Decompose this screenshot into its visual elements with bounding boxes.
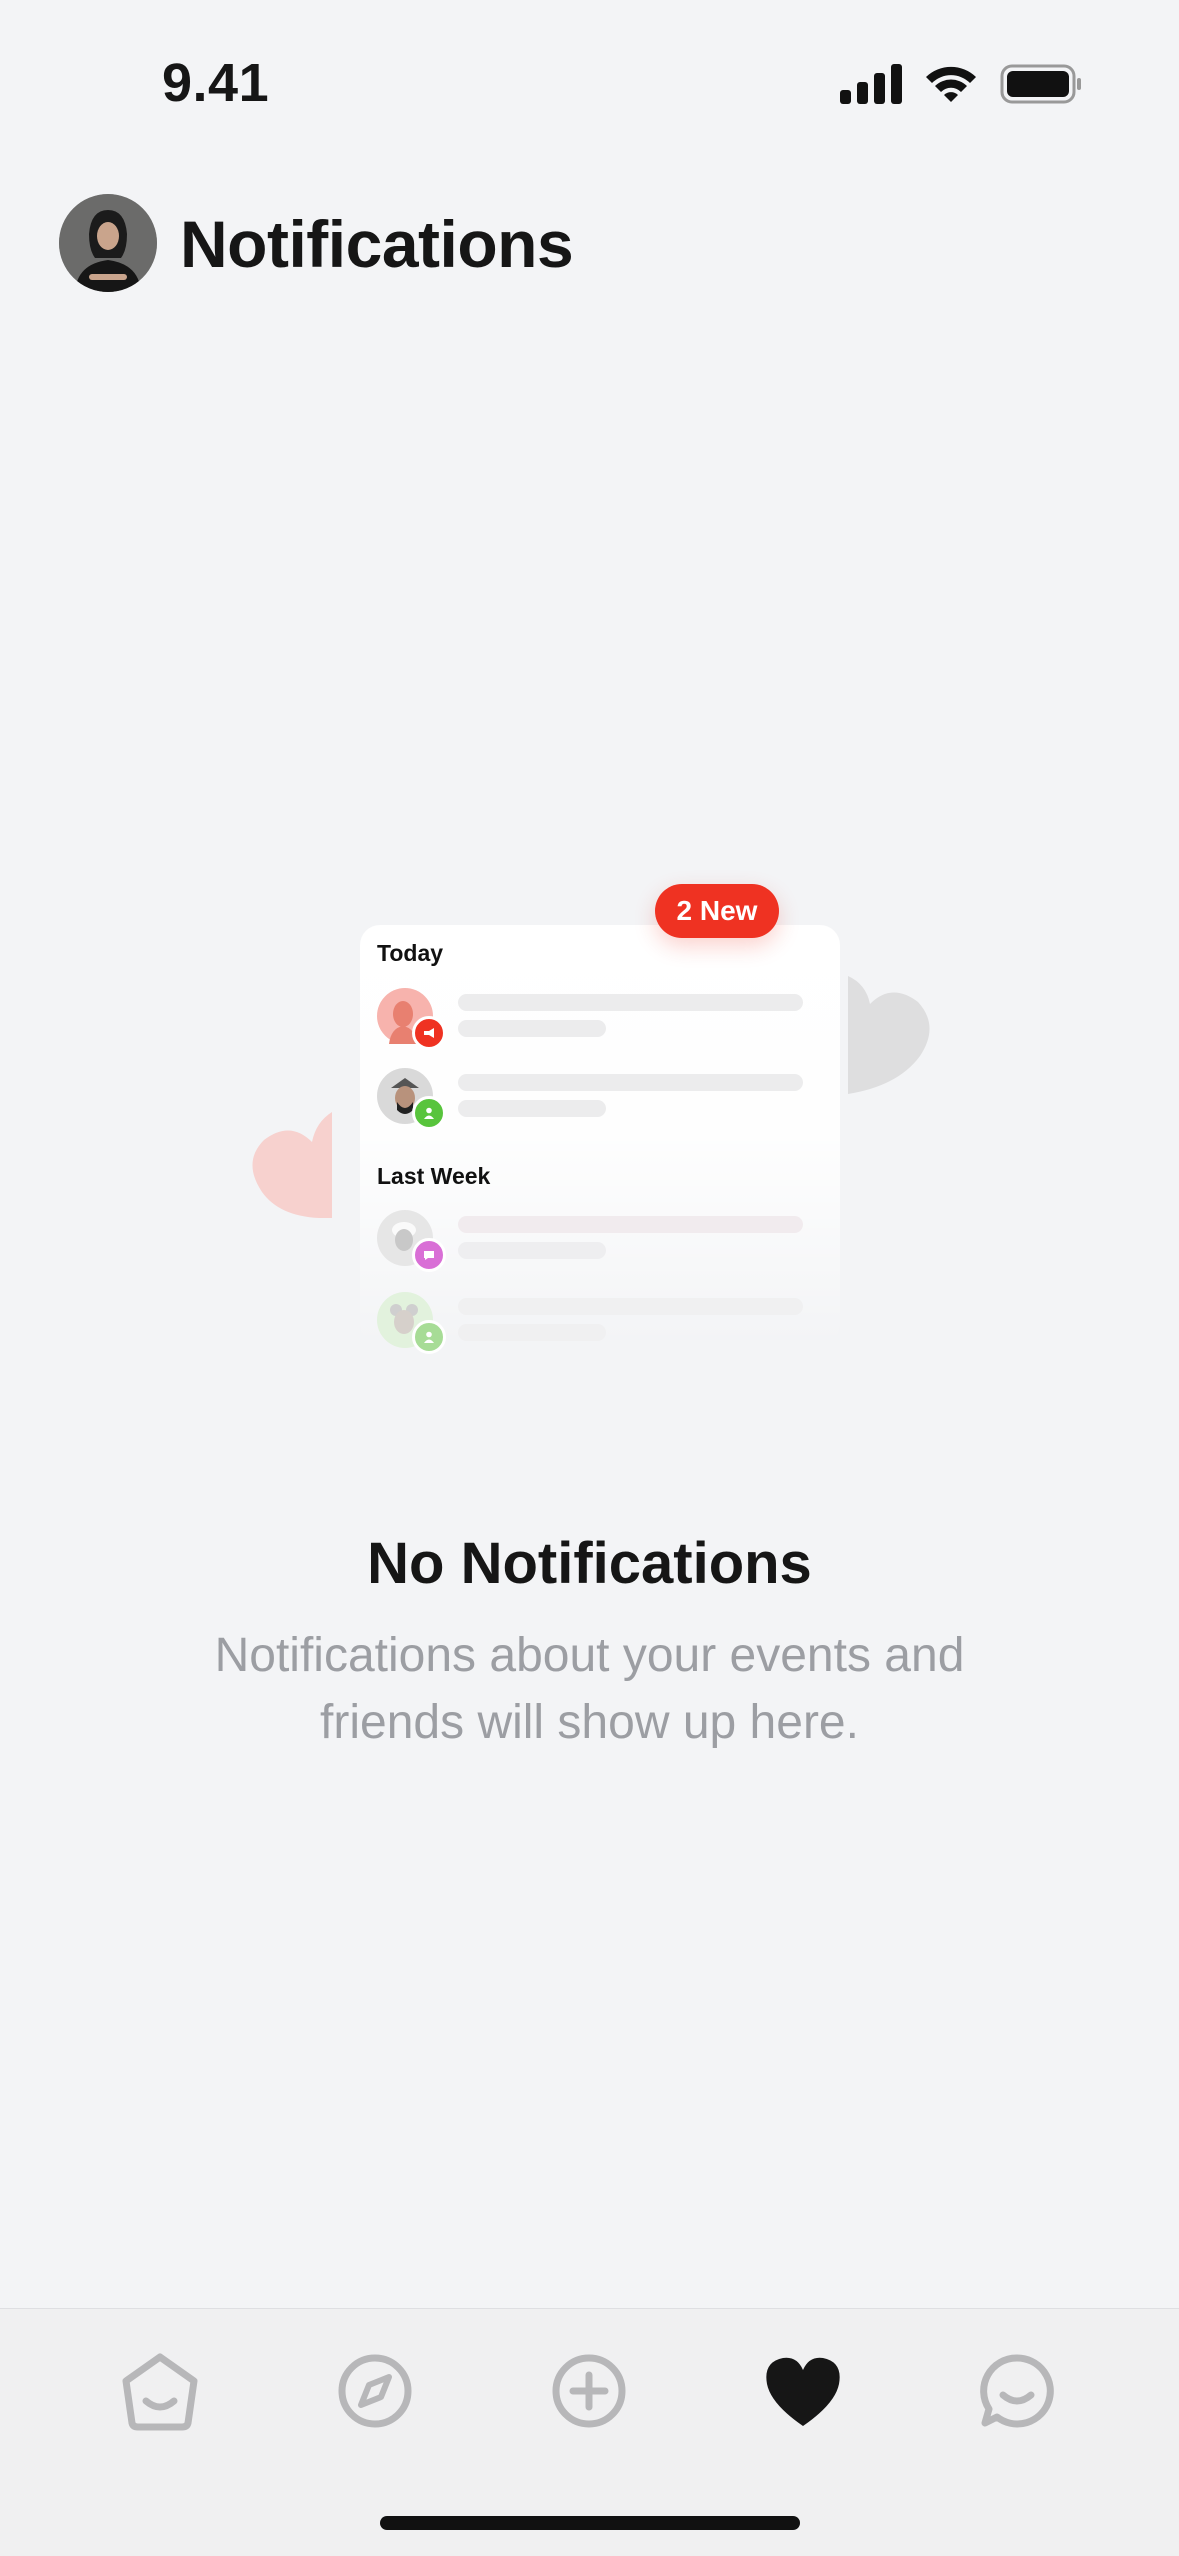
empty-state-subtitle-line: friends will show up here. xyxy=(320,1696,859,1749)
plus-circle-icon xyxy=(552,2354,626,2428)
placeholder-line xyxy=(458,994,803,1011)
home-indicator[interactable] xyxy=(380,2516,800,2530)
heart-icon xyxy=(848,976,930,1094)
tab-notifications[interactable] xyxy=(753,2341,853,2441)
home-icon xyxy=(122,2353,198,2431)
page-title: Notifications xyxy=(180,207,574,281)
battery-icon xyxy=(1000,64,1081,104)
chat-bubble-icon xyxy=(412,1238,446,1272)
chat-icon xyxy=(980,2354,1054,2428)
placeholder-line xyxy=(458,1074,803,1091)
list-item-avatar xyxy=(377,1210,433,1266)
empty-state-illustration: 2 New Today Last Week xyxy=(0,0,1179,2556)
empty-state-subtitle: Notifications about your events and frie… xyxy=(150,1622,1029,1756)
new-count-badge: 2 New xyxy=(655,884,779,938)
placeholder-line xyxy=(458,1242,606,1259)
heart-icon xyxy=(252,1112,332,1218)
empty-state-subtitle-line: Notifications about your events and xyxy=(214,1629,965,1682)
status-time: 9.41 xyxy=(162,53,270,113)
status-icons xyxy=(840,64,1082,104)
list-item-avatar xyxy=(377,1068,433,1124)
notifications-screen: 9.41 Notifications 2 New Today Last Week… xyxy=(0,0,1179,2556)
list-item-avatar xyxy=(377,1292,433,1348)
illustration-card xyxy=(360,925,840,1345)
placeholder-line xyxy=(458,1020,606,1037)
tab-home[interactable] xyxy=(110,2341,210,2441)
megaphone-icon xyxy=(412,1016,446,1050)
placeholder-line xyxy=(458,1216,803,1233)
person-icon xyxy=(412,1320,446,1354)
placeholder-line xyxy=(458,1324,606,1341)
heart-icon xyxy=(766,2357,840,2426)
tab-messages[interactable] xyxy=(967,2341,1067,2441)
list-item-avatar xyxy=(377,988,433,1044)
placeholder-line xyxy=(458,1298,803,1315)
wifi-icon xyxy=(926,66,976,102)
empty-state-title: No Notifications xyxy=(367,1531,812,1596)
tab-create[interactable] xyxy=(539,2341,639,2441)
profile-avatar[interactable] xyxy=(59,194,157,292)
placeholder-line xyxy=(458,1100,606,1117)
section-label-today: Today xyxy=(377,940,444,966)
person-icon xyxy=(412,1096,446,1130)
cellular-signal-icon xyxy=(840,64,902,104)
section-label-last-week: Last Week xyxy=(377,1163,491,1189)
compass-icon xyxy=(338,2354,412,2428)
tab-explore[interactable] xyxy=(325,2341,425,2441)
